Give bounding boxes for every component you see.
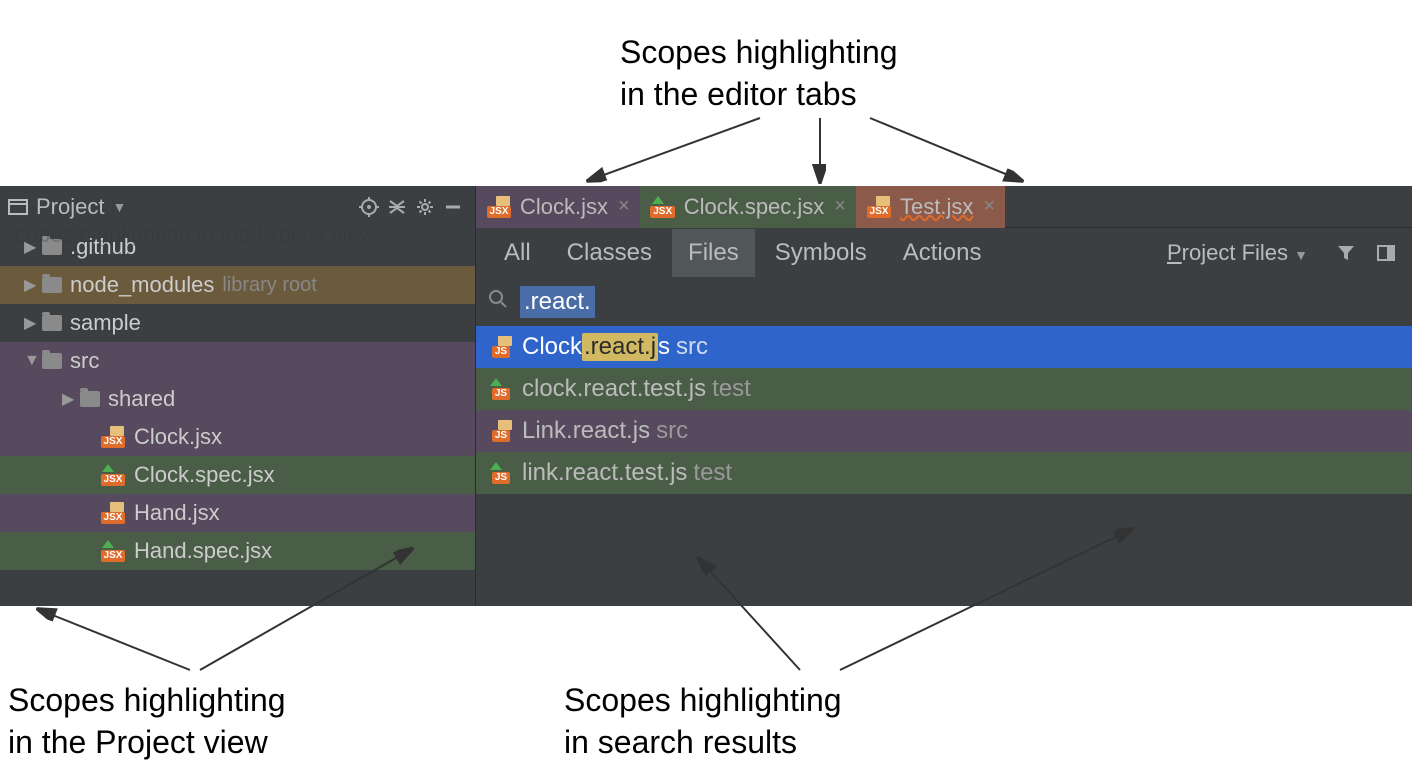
folder-icon <box>42 277 62 293</box>
search-scope-dropdown[interactable]: Project Files ▼ <box>1167 240 1308 266</box>
tree-item-node_modules[interactable]: ▶ node_modules library root <box>0 266 475 304</box>
jsx-file-icon: JSX <box>100 502 126 524</box>
result-text-pre: link <box>522 459 558 487</box>
target-icon[interactable] <box>355 193 383 221</box>
search-input-row: .react. <box>476 278 1412 326</box>
result-text-match: .react. <box>566 417 633 445</box>
jsx-file-icon: JSX <box>866 196 892 218</box>
search-results-list: JSClock.react.jssrcJSclock.react.test.js… <box>476 326 1412 494</box>
tree-item-sample[interactable]: ▶ sample <box>0 304 475 342</box>
result-text-match: .react. <box>577 375 644 403</box>
editor-tab-clock-jsx[interactable]: JSX Clock.jsx × <box>476 186 640 228</box>
result-text-pre: Link <box>522 417 566 445</box>
tree-item-label: node_modules <box>70 272 214 298</box>
result-text-post: js <box>633 417 650 445</box>
preview-icon[interactable] <box>1372 239 1400 267</box>
close-icon[interactable]: × <box>618 195 630 218</box>
project-tool-window: Project ▼ ▶.github▶node_moduleslibrary r… <box>0 186 476 606</box>
search-tab-symbols[interactable]: Symbols <box>759 229 883 277</box>
tree-item-clock-spec-jsx[interactable]: JSX Clock.spec.jsx <box>0 456 475 494</box>
result-text-pre: Clock <box>522 333 582 361</box>
close-icon[interactable]: × <box>983 195 995 218</box>
annotation-search-results: Scopes highlighting in search results <box>564 680 842 763</box>
js-file-icon: JS <box>488 420 514 442</box>
test-file-icon: JSX <box>100 464 126 486</box>
editor-tab-clock-spec-jsx[interactable]: JSX Clock.spec.jsx × <box>640 186 856 228</box>
result-text-post: test.js <box>643 375 706 403</box>
project-dropdown-icon[interactable]: ▼ <box>112 199 126 215</box>
search-input[interactable]: .react. <box>520 286 595 318</box>
search-tab-classes[interactable]: Classes <box>551 229 668 277</box>
search-category-tabs: AllClassesFilesSymbolsActions Project Fil… <box>476 228 1412 278</box>
tree-item-hand-jsx[interactable]: JSX Hand.jsx <box>0 494 475 532</box>
tab-label: Clock.jsx <box>520 194 608 220</box>
tree-item-src[interactable]: ▼ src <box>0 342 475 380</box>
search-tab-files[interactable]: Files <box>672 229 755 277</box>
search-result-item[interactable]: JS Clock.react.jssrc <box>476 326 1412 368</box>
search-result-item[interactable]: JS clock.react.test.jstest <box>476 368 1412 410</box>
folder-icon <box>42 315 62 331</box>
collapse-icon[interactable] <box>383 193 411 221</box>
tree-item-clock-jsx[interactable]: JSX Clock.jsx <box>0 418 475 456</box>
test-file-icon: JSX <box>100 540 126 562</box>
search-result-item[interactable]: JS link.react.test.jstest <box>476 452 1412 494</box>
gear-icon[interactable] <box>411 193 439 221</box>
folder-icon <box>42 353 62 369</box>
close-icon[interactable]: × <box>834 195 846 218</box>
result-path: src <box>656 417 688 445</box>
chevron-right-icon[interactable]: ▶ <box>24 313 42 333</box>
window-icon <box>8 199 28 215</box>
tree-item-extra-label: library root <box>222 274 316 297</box>
result-path: src <box>676 333 708 361</box>
test-file-icon: JS <box>488 462 514 484</box>
tree-item-label: Hand.jsx <box>134 500 220 526</box>
result-path: test <box>712 375 751 403</box>
main-panel: JSX Clock.jsx × JSX Clock.spec.jsx × JSX Test.j… <box>476 186 1412 606</box>
result-text-post: test.js <box>625 459 688 487</box>
chevron-right-icon[interactable]: ▶ <box>24 275 42 295</box>
folder-icon <box>80 391 100 407</box>
result-text-match: .react. <box>558 459 625 487</box>
ide-window: Project ▼ ▶.github▶node_moduleslibrary r… <box>0 186 1412 606</box>
test-file-icon: JSX <box>650 196 676 218</box>
tree-item-label: src <box>70 348 99 374</box>
result-path: test <box>693 459 732 487</box>
test-file-icon: JS <box>488 378 514 400</box>
tree-item-label: Hand.spec.jsx <box>134 538 272 564</box>
annotation-editor-tabs: Scopes highlighting in the editor tabs <box>620 32 898 115</box>
search-tab-all[interactable]: All <box>488 229 547 277</box>
editor-tabs: JSX Clock.jsx × JSX Clock.spec.jsx × JSX Test.j… <box>476 186 1412 228</box>
search-tab-actions[interactable]: Actions <box>887 229 998 277</box>
search-everywhere-panel: AllClassesFilesSymbolsActions Project Fil… <box>476 228 1412 606</box>
search-result-item[interactable]: JS Link.react.jssrc <box>476 410 1412 452</box>
annotation-project-view: Scopes highlighting in the Project view <box>8 680 286 763</box>
tree-item-label: Clock.spec.jsx <box>134 462 275 488</box>
tree-item-label: Clock.jsx <box>134 424 222 450</box>
tab-label: Clock.spec.jsx <box>684 194 825 220</box>
filter-icon[interactable] <box>1332 239 1360 267</box>
js-file-icon: JS <box>488 336 514 358</box>
project-title[interactable]: Project <box>36 194 104 220</box>
minimize-icon[interactable] <box>439 193 467 221</box>
tree-item-shared[interactable]: ▶ shared <box>0 380 475 418</box>
chevron-down-icon[interactable]: ▼ <box>24 352 42 370</box>
result-text-match: .react.j <box>582 333 658 361</box>
jsx-file-icon: JSX <box>486 196 512 218</box>
ghost-overlay-text: Scopes highlighting in the Project view <box>0 222 375 248</box>
result-text-pre: clock <box>522 375 577 403</box>
tree-item-hand-spec-jsx[interactable]: JSX Hand.spec.jsx <box>0 532 475 570</box>
result-text-post: s <box>658 333 670 361</box>
jsx-file-icon: JSX <box>100 426 126 448</box>
search-icon <box>488 289 508 315</box>
tree-item-label: shared <box>108 386 175 412</box>
editor-tab-test-jsx[interactable]: JSX Test.jsx × <box>856 186 1005 228</box>
tree-item-label: sample <box>70 310 141 336</box>
chevron-right-icon[interactable]: ▶ <box>62 389 80 409</box>
tab-label: Test.jsx <box>900 194 973 220</box>
project-tree: ▶.github▶node_moduleslibrary root▶sample… <box>0 228 475 606</box>
